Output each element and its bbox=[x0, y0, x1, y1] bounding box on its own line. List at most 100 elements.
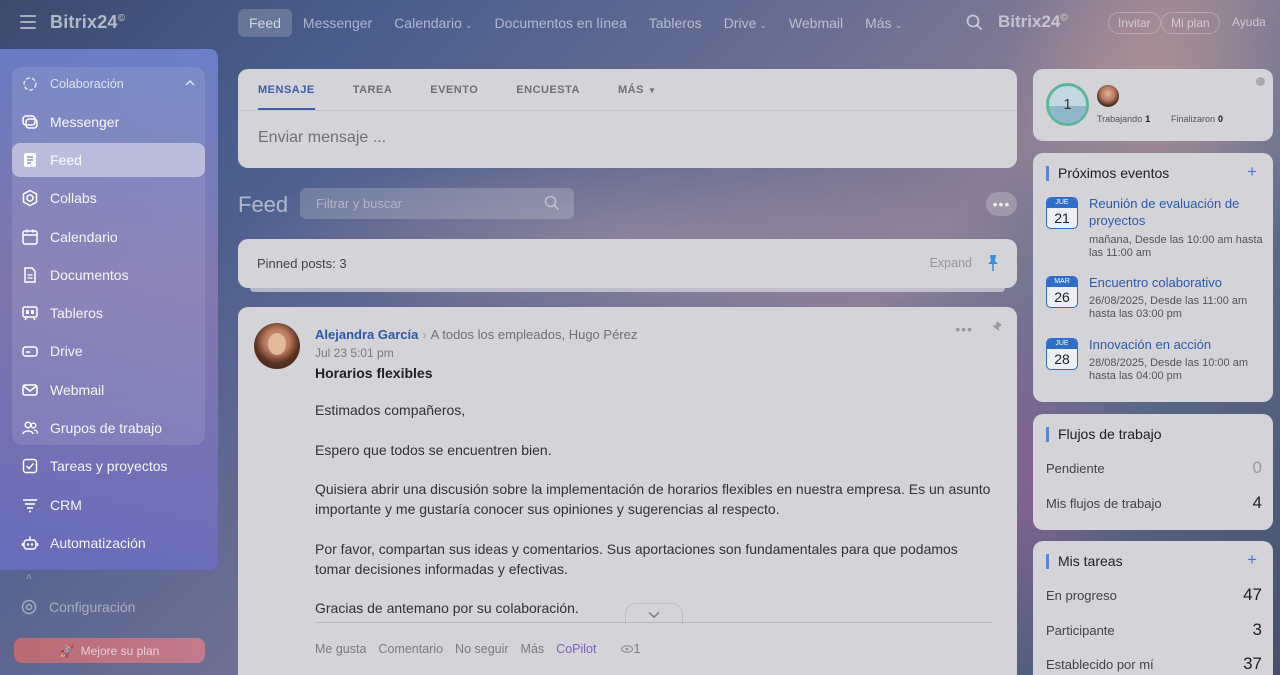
my-plan-button[interactable]: Mi plan bbox=[1161, 12, 1220, 34]
my-tasks-card: Mis tareas + En progreso 47 Participante 3… bbox=[1033, 541, 1273, 675]
avatar[interactable] bbox=[1097, 85, 1119, 107]
tab-tarea[interactable]: TAREA bbox=[353, 69, 393, 110]
event-meta: 26/08/2025, Desde las 11:00 am hasta las… bbox=[1089, 295, 1248, 320]
calendar-date-icon: JUE 28 bbox=[1046, 338, 1078, 370]
add-event-button[interactable]: + bbox=[1247, 162, 1257, 182]
post-divider bbox=[315, 622, 992, 623]
sidebar-item-automatizacion[interactable]: Automatización bbox=[12, 526, 205, 560]
workflows-card: Flujos de trabajo Pendiente 0 Mis flujos … bbox=[1033, 414, 1273, 530]
settings-link[interactable]: Configuración bbox=[20, 598, 135, 616]
sidebar-item-tareas[interactable]: Tareas y proyectos bbox=[12, 449, 205, 483]
hexagon-icon bbox=[22, 189, 38, 207]
collaboration-icon bbox=[23, 77, 37, 91]
topnav-drive[interactable]: Drive ⌄ bbox=[713, 9, 778, 37]
gear-icon bbox=[21, 599, 37, 615]
app-logo[interactable]: Bitrix24© bbox=[50, 12, 125, 33]
chevron-down-icon: ⌄ bbox=[894, 20, 903, 30]
post-actions: Me gusta Comentario No seguir Más CoPilo… bbox=[315, 642, 664, 656]
sidebar-item-documentos[interactable]: Documentos bbox=[12, 258, 205, 292]
post-recipients[interactable]: A todos los empleados, Hugo Pérez bbox=[431, 327, 638, 342]
sidebar-item-drive[interactable]: Drive bbox=[12, 334, 205, 368]
search-icon[interactable] bbox=[966, 14, 983, 31]
sidebar-item-grupos[interactable]: Grupos de trabajo bbox=[12, 411, 205, 445]
expand-link[interactable]: Expand bbox=[930, 256, 972, 270]
tab-encuesta[interactable]: ENCUESTA bbox=[516, 69, 580, 110]
group-icon bbox=[22, 421, 39, 435]
chevron-down-icon bbox=[648, 611, 660, 618]
comment-button[interactable]: Comentario bbox=[378, 642, 443, 656]
checkbox-icon bbox=[22, 458, 38, 474]
sidebar-item-calendario[interactable]: Calendario bbox=[12, 220, 205, 254]
event-title[interactable]: Innovación en acción bbox=[1089, 336, 1264, 353]
post-author-line: Alejandra García › A todos los empleados, … bbox=[315, 327, 637, 342]
calendar-icon bbox=[22, 229, 38, 245]
menu-icon[interactable] bbox=[20, 15, 36, 29]
top-nav: Feed Messenger Calendario ⌄ Documentos en… bbox=[238, 9, 913, 37]
task-row-participant[interactable]: Participante 3 bbox=[1046, 620, 1262, 640]
topnav-mas[interactable]: Más ⌄ bbox=[854, 9, 913, 37]
work-status-card: 1 Trabajando 1 Finalizaron 0 bbox=[1033, 69, 1273, 141]
post-menu-button[interactable]: ••• bbox=[955, 321, 973, 337]
post-date[interactable]: Jul 23 5:01 pm bbox=[315, 346, 394, 360]
feed-icon bbox=[24, 153, 36, 167]
workflow-row-mine[interactable]: Mis flujos de trabajo 4 bbox=[1046, 493, 1262, 513]
pin-icon[interactable] bbox=[986, 254, 1000, 272]
chevron-up-icon[interactable] bbox=[185, 79, 195, 87]
calendar-date-icon: MAR 26 bbox=[1046, 276, 1078, 308]
sidebar-item-messenger[interactable]: Messenger bbox=[12, 105, 205, 139]
upgrade-plan-button[interactable]: 🚀 Mejore su plan bbox=[14, 638, 205, 663]
unfollow-button[interactable]: No seguir bbox=[455, 642, 509, 656]
topnav-tableros[interactable]: Tableros bbox=[638, 9, 713, 37]
topnav-feed[interactable]: Feed bbox=[238, 9, 292, 37]
event-meta: mañana, Desde las 10:00 am hasta las 11:… bbox=[1089, 234, 1263, 259]
document-icon bbox=[24, 267, 36, 283]
sidebar-group-header[interactable]: Colaboración bbox=[12, 67, 205, 101]
add-task-button[interactable]: + bbox=[1247, 550, 1257, 570]
caret-down-icon: ▼ bbox=[647, 86, 657, 95]
crm-icon bbox=[23, 499, 37, 513]
top-bar: Bitrix24© Feed Messenger Calendario ⌄ Doc… bbox=[0, 0, 1280, 46]
feed-more-button[interactable]: ••• bbox=[986, 192, 1017, 216]
sidebar-item-tableros[interactable]: Tableros bbox=[12, 296, 205, 330]
post-title: Horarios flexibles bbox=[315, 365, 433, 381]
avatar[interactable] bbox=[254, 323, 300, 369]
pin-icon[interactable] bbox=[990, 321, 1002, 335]
event-title[interactable]: Reunión de evaluación de proyectos bbox=[1089, 195, 1264, 229]
like-button[interactable]: Me gusta bbox=[315, 642, 366, 656]
chat-icon bbox=[22, 115, 38, 129]
calendar-date-icon: JUE 21 bbox=[1046, 197, 1078, 229]
event-title[interactable]: Encuentro colaborativo bbox=[1089, 274, 1264, 291]
help-icon[interactable] bbox=[1256, 77, 1265, 86]
topnav-documentos[interactable]: Documentos en línea bbox=[483, 9, 637, 37]
topnav-messenger[interactable]: Messenger bbox=[292, 9, 383, 37]
sidebar-more-indicator: ˄ bbox=[26, 572, 32, 583]
sidebar-item-crm[interactable]: CRM bbox=[12, 488, 205, 522]
sidebar-item-feed[interactable]: Feed bbox=[12, 143, 205, 177]
pinned-posts-bar[interactable]: Pinned posts: 3 Expand bbox=[238, 239, 1017, 288]
feed-search-input[interactable]: Filtrar y buscar bbox=[300, 188, 574, 219]
board-icon bbox=[22, 306, 38, 321]
topnav-webmail[interactable]: Webmail bbox=[778, 9, 854, 37]
sidebar-item-collabs[interactable]: Collabs bbox=[12, 181, 205, 215]
tab-mas[interactable]: MÁS ▼ bbox=[618, 69, 656, 110]
author-link[interactable]: Alejandra García bbox=[315, 327, 418, 342]
sidebar-item-webmail[interactable]: Webmail bbox=[12, 373, 205, 407]
help-link[interactable]: Ayuda bbox=[1232, 15, 1266, 29]
task-row-created-by-me[interactable]: Establecido por mí 37 bbox=[1046, 654, 1262, 674]
events-title: Próximos eventos bbox=[1046, 166, 1169, 181]
tab-evento[interactable]: EVENTO bbox=[430, 69, 478, 110]
workflows-title: Flujos de trabajo bbox=[1046, 427, 1162, 442]
eye-icon bbox=[621, 645, 634, 653]
pinned-stack-shadow bbox=[250, 288, 1005, 292]
task-row-in-progress[interactable]: En progreso 47 bbox=[1046, 585, 1262, 605]
work-status-counter[interactable]: 1 bbox=[1046, 83, 1089, 126]
invite-button[interactable]: Invitar bbox=[1108, 12, 1161, 34]
message-input[interactable]: Enviar mensaje ... bbox=[258, 129, 386, 147]
left-sidebar: Colaboración Messenger Feed Collabs Cale… bbox=[0, 49, 218, 570]
topnav-calendario[interactable]: Calendario ⌄ bbox=[383, 9, 483, 37]
tab-mensaje[interactable]: MENSAJE bbox=[258, 69, 315, 110]
post-body: Estimados compañeros, Espero que todos s… bbox=[315, 402, 991, 616]
more-actions-button[interactable]: Más bbox=[521, 642, 545, 656]
copilot-button[interactable]: CoPilot bbox=[556, 642, 596, 656]
workflow-row-pending[interactable]: Pendiente 0 bbox=[1046, 458, 1262, 478]
